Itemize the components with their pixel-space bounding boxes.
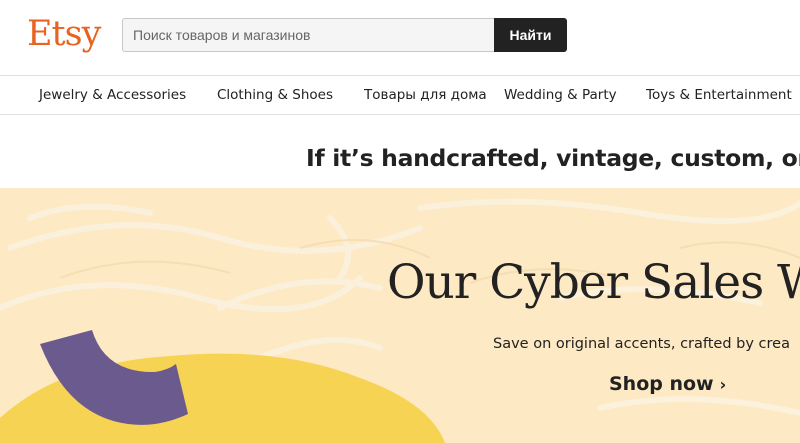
- category-nav: Jewelry & Accessories Clothing & Shoes Т…: [0, 75, 800, 115]
- nav-item-toys-entertainment[interactable]: Toys & Entertainment: [646, 87, 792, 103]
- search-bar: Найти: [122, 18, 567, 52]
- hero-subtitle: Save on original accents, crafted by cre…: [493, 336, 790, 352]
- hero-title: Our Cyber Sales We: [387, 255, 800, 310]
- search-input[interactable]: [122, 18, 494, 52]
- nav-item-wedding-party[interactable]: Wedding & Party: [504, 87, 617, 103]
- nav-item-jewelry-accessories[interactable]: Jewelry & Accessories: [39, 87, 186, 103]
- site-header: Etsy Найти: [0, 0, 800, 75]
- nav-item-home-goods[interactable]: Товары для дома: [364, 87, 487, 103]
- search-button[interactable]: Найти: [494, 18, 567, 52]
- nav-item-clothing-shoes[interactable]: Clothing & Shoes: [217, 87, 333, 103]
- shop-now-label: Shop now: [609, 373, 714, 395]
- page-tagline: If it’s handcrafted, vintage, custom, or…: [306, 144, 800, 172]
- shop-now-link[interactable]: Shop now ›: [609, 373, 726, 395]
- chevron-right-icon: ›: [719, 375, 727, 394]
- etsy-logo[interactable]: Etsy: [27, 14, 101, 54]
- hero-decorative-shapes: [0, 330, 445, 443]
- hero-banner[interactable]: Our Cyber Sales We Save on original acce…: [0, 188, 800, 443]
